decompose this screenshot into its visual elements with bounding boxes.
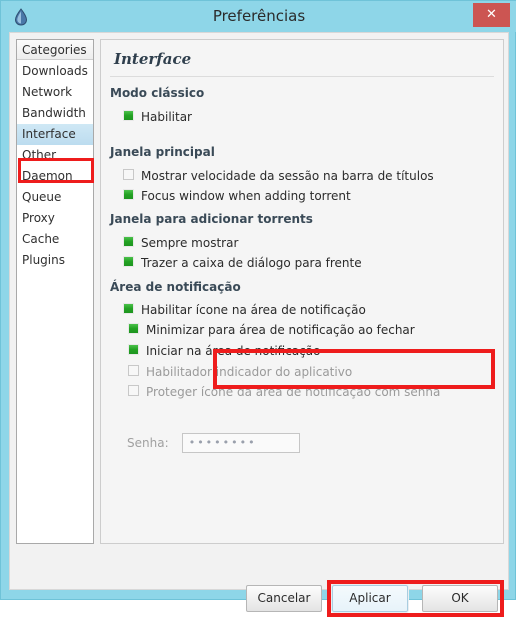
sidebar-item-label: Interface: [22, 127, 76, 141]
password-label: Senha:: [127, 435, 169, 450]
checkbox-checked-icon[interactable]: [123, 110, 134, 121]
checkbox-checked-icon[interactable]: [123, 189, 134, 200]
sidebar-item-label: Proxy: [22, 211, 55, 225]
sidebar-item-label: Daemon: [22, 169, 73, 183]
checkbox-label: Focus window when adding torrent: [141, 188, 351, 203]
checkbox-row[interactable]: Iniciar na área de notificação: [128, 340, 321, 358]
sidebar-item-queue[interactable]: Queue: [17, 187, 93, 208]
ok-button[interactable]: OK: [422, 585, 498, 612]
apply-button[interactable]: Aplicar: [331, 584, 409, 613]
checkbox-label: Trazer a caixa de diálogo para frente: [141, 255, 362, 270]
sidebar-item-label: Queue: [22, 190, 62, 204]
sidebar-item-label: Cache: [22, 232, 60, 246]
checkbox-label: Proteger ícone da área de notificação co…: [146, 384, 441, 399]
sidebar-item-label: Bandwidth: [22, 106, 86, 120]
cancel-button[interactable]: Cancelar: [246, 585, 322, 612]
checkbox-row[interactable]: Habilitar ícone na área de notificação: [123, 299, 366, 317]
title-bar: Preferências ✕: [1, 1, 516, 32]
checkbox-checked-icon[interactable]: [123, 256, 134, 267]
section-header: Janela para adicionar torrents: [110, 212, 313, 226]
checkbox-row[interactable]: Habilitador indicador do aplicativo: [128, 361, 353, 379]
password-input[interactable]: ••••••••: [181, 432, 300, 453]
checkbox-row[interactable]: Trazer a caixa de diálogo para frente: [123, 252, 362, 270]
title-divider: [110, 76, 494, 77]
checkbox-unchecked-icon[interactable]: [123, 169, 134, 180]
sidebar-item-network[interactable]: Network: [17, 82, 93, 103]
checkbox-checked-icon[interactable]: [123, 303, 134, 314]
checkbox-row[interactable]: Focus window when adding torrent: [123, 185, 351, 203]
checkbox-label: Minimizar para área de notificação ao fe…: [146, 322, 415, 337]
checkbox-checked-icon[interactable]: [123, 236, 134, 247]
section-header: Área de notificação: [110, 280, 241, 294]
sidebar-item-plugins[interactable]: Plugins: [17, 250, 93, 271]
checkbox-label: Sempre mostrar: [141, 235, 239, 250]
checkbox-row[interactable]: Mostrar velocidade da sessão na barra de…: [123, 165, 434, 183]
categories-sidebar[interactable]: Categories Downloads Network Bandwidth Inte…: [16, 39, 94, 544]
checkbox-label: Mostrar velocidade da sessão na barra de…: [141, 168, 434, 183]
interface-settings-panel: Interface Modo clássico Habilitar Janela p…: [100, 39, 504, 544]
preferences-window: Preferências ✕ Categories Downloads Netwo…: [0, 0, 516, 617]
window-title: Preferências: [212, 7, 306, 25]
checkbox-unchecked-icon[interactable]: [128, 385, 139, 396]
checkbox-label: Habilitar: [141, 109, 192, 124]
password-row: Senha: ••••••••: [127, 432, 300, 454]
sidebar-item-label: Network: [22, 85, 73, 99]
sidebar-item-interface[interactable]: Interface: [17, 124, 93, 145]
close-button[interactable]: ✕: [473, 3, 510, 27]
sidebar-item-label: Downloads: [22, 64, 88, 78]
sidebar-item-proxy[interactable]: Proxy: [17, 208, 93, 229]
checkbox-label: Habilitador indicador do aplicativo: [146, 364, 353, 379]
section-header: Modo clássico: [110, 86, 205, 100]
checkbox-unchecked-icon[interactable]: [128, 365, 139, 376]
sidebar-header: Categories: [17, 40, 93, 60]
checkbox-checked-icon[interactable]: [128, 344, 139, 355]
checkbox-row[interactable]: Sempre mostrar: [123, 232, 239, 250]
checkbox-row[interactable]: Proteger ícone da área de notificação co…: [128, 381, 441, 399]
page-title: Interface: [114, 50, 192, 68]
sidebar-item-other[interactable]: Other: [17, 145, 93, 166]
checkbox-checked-icon[interactable]: [128, 323, 139, 334]
close-icon: ✕: [486, 7, 497, 22]
checkbox-row[interactable]: Minimizar para área de notificação ao fe…: [128, 319, 415, 337]
sidebar-item-bandwidth[interactable]: Bandwidth: [17, 103, 93, 124]
checkbox-label: Habilitar ícone na área de notificação: [141, 302, 366, 317]
sidebar-item-downloads[interactable]: Downloads: [17, 61, 93, 82]
dialog-body: Categories Downloads Network Bandwidth Inte…: [9, 32, 509, 617]
checkbox-row[interactable]: Habilitar: [123, 106, 192, 124]
sidebar-item-cache[interactable]: Cache: [17, 229, 93, 250]
section-header: Janela principal: [110, 145, 215, 159]
checkbox-label: Iniciar na área de notificação: [146, 343, 321, 358]
sidebar-item-label: Other: [22, 148, 57, 162]
sidebar-item-label: Plugins: [22, 253, 65, 267]
sidebar-item-daemon[interactable]: Daemon: [17, 166, 93, 187]
